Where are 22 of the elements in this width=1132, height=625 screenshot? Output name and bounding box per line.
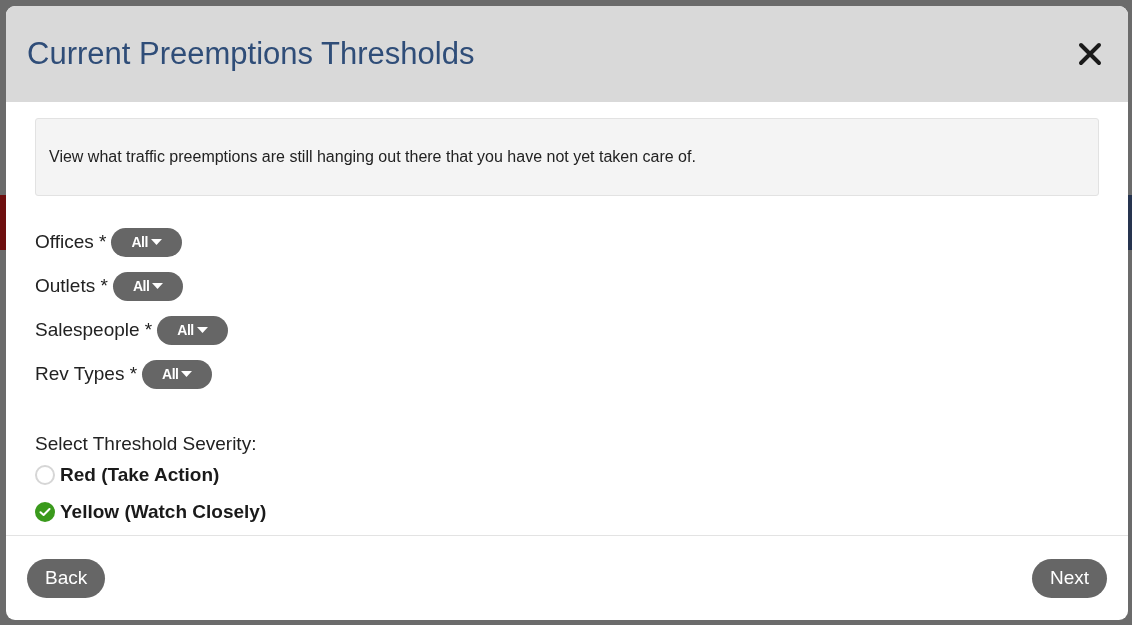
- caret-icon: [150, 239, 162, 245]
- page-banner: [1128, 195, 1132, 250]
- filter-dropdown[interactable]: All: [142, 359, 213, 389]
- filter-label: Rev Types *: [35, 363, 138, 385]
- severity-option[interactable]: Red (Take Action): [35, 459, 1099, 491]
- description-text: View what traffic preemptions are still hanging out there that you have not yet taken care of.: [49, 148, 696, 166]
- dialog-title: Current Preemptions Thresholds: [27, 36, 475, 72]
- footer-button[interactable]: Back: [27, 558, 106, 598]
- caret-icon: [181, 371, 193, 377]
- filter-label: Outlets *: [35, 275, 108, 297]
- footer-button[interactable]: Next: [1031, 558, 1107, 598]
- caret-icon: [196, 327, 208, 333]
- close-icon[interactable]: [1078, 42, 1102, 66]
- filter-label: Salespeople *: [35, 319, 153, 341]
- filter-dropdown[interactable]: All: [112, 271, 184, 301]
- filter-dropdown[interactable]: All: [111, 227, 182, 257]
- filter-dropdown[interactable]: All: [157, 315, 228, 345]
- severity-label: Select Threshold Severity:: [35, 433, 258, 455]
- filter-label: Offices *: [35, 231, 107, 253]
- caret-icon: [152, 283, 164, 289]
- severity-option[interactable]: Yellow (Watch Closely): [35, 496, 1099, 528]
- page-banner: [0, 195, 6, 250]
